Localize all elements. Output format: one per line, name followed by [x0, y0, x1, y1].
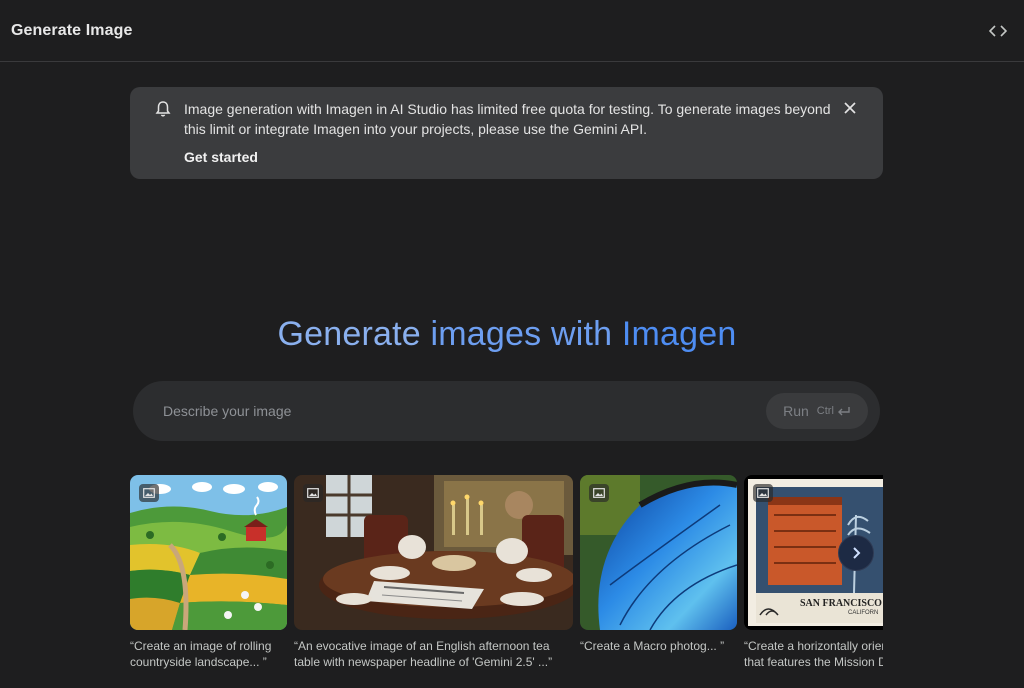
run-shortcut: Ctrl [817, 405, 851, 417]
example-caption: “Create an image of rolling countryside … [130, 639, 272, 669]
example-caption: “Create a horizontally orien that featur… [744, 639, 883, 669]
image-badge-icon [753, 484, 773, 502]
prompt-bar: Run Ctrl [133, 381, 880, 441]
hero-title-part-2: images with [430, 315, 622, 353]
top-bar: Generate Image [0, 0, 1024, 62]
quota-banner: Image generation with Imagen in AI Studi… [130, 87, 883, 179]
code-brackets-icon[interactable] [984, 17, 1012, 45]
image-badge-icon [139, 484, 159, 502]
stamp-subtext: CALIFORN [848, 610, 879, 616]
page-title: Generate Image [11, 21, 133, 39]
get-started-link[interactable]: Get started [184, 149, 258, 165]
example-image-macro [580, 475, 737, 630]
close-icon[interactable] [841, 99, 859, 117]
enter-key-icon [837, 407, 850, 416]
image-badge-icon [589, 484, 609, 502]
example-gallery: “Create an image of rolling countryside … [130, 475, 883, 688]
carousel-next-button[interactable] [838, 535, 874, 571]
example-image-tea-table [294, 475, 573, 630]
hero-title-part-3: Imagen [621, 315, 737, 353]
banner-message: Image generation with Imagen in AI Studi… [184, 101, 831, 137]
run-label: Run [783, 403, 809, 419]
example-image-countryside [130, 475, 287, 630]
image-badge-icon [303, 484, 323, 502]
prompt-input[interactable] [163, 399, 723, 423]
stamp-text: SAN FRANCISCO [800, 598, 882, 609]
hero-title: Generate images with Imagen [0, 313, 1014, 355]
run-shortcut-label: Ctrl [816, 405, 834, 417]
bell-icon [154, 100, 172, 118]
run-button[interactable]: Run Ctrl [766, 393, 868, 429]
chevron-right-icon [853, 547, 861, 559]
example-caption: “Create a Macro photog... ” [580, 639, 725, 653]
hero-title-part-1: Generate [277, 315, 431, 353]
example-caption: “An evocative image of an English aftern… [294, 639, 553, 669]
